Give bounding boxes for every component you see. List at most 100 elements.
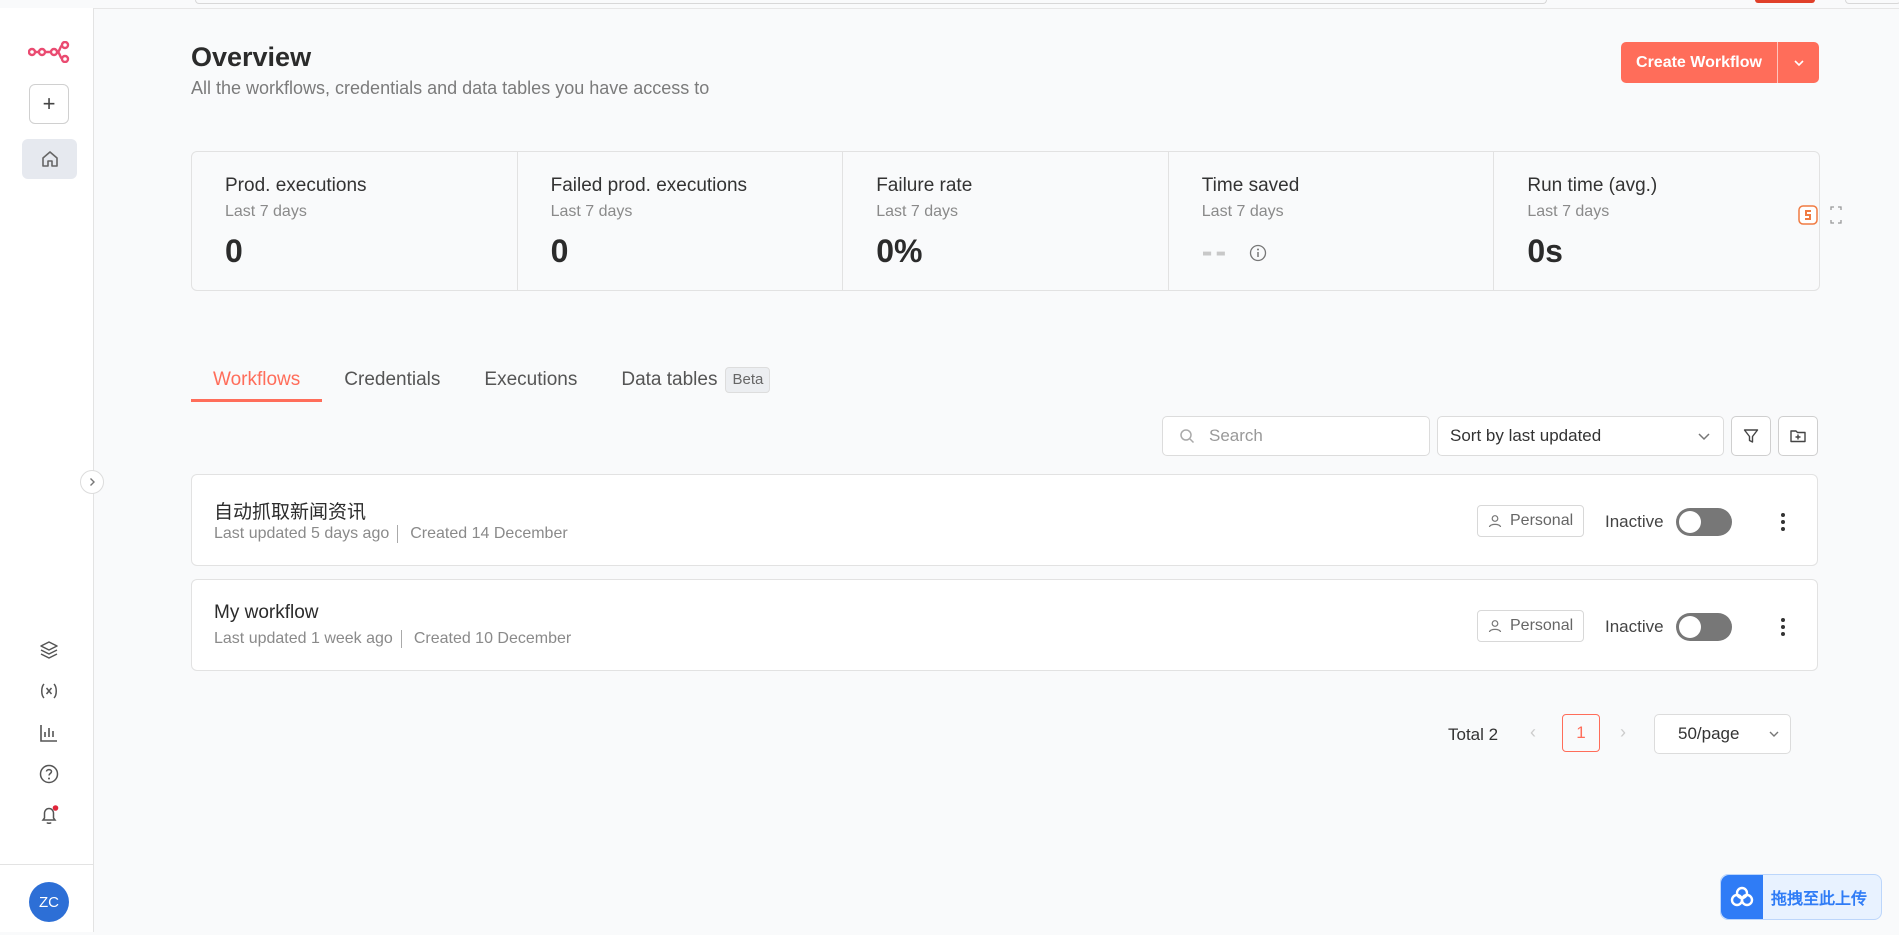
more-options-icon[interactable] bbox=[1775, 509, 1791, 535]
owner-label: Personal bbox=[1510, 617, 1574, 634]
url-bar-edge bbox=[195, 0, 1547, 4]
create-options-dropdown[interactable] bbox=[1778, 42, 1819, 83]
extension-s-icon[interactable] bbox=[1797, 204, 1819, 226]
stat-period: Last 7 days bbox=[876, 203, 959, 220]
stat-label: Time saved bbox=[1201, 175, 1300, 196]
create-workflow-button[interactable]: Create Workflow bbox=[1621, 42, 1777, 83]
owner-badge: Personal bbox=[1477, 505, 1585, 537]
prev-page-icon[interactable]: ‹ bbox=[1530, 722, 1536, 743]
folder-plus-icon bbox=[1790, 430, 1806, 443]
sidebar-item-home[interactable] bbox=[22, 139, 77, 179]
chevron-down-icon bbox=[1769, 731, 1779, 737]
owner-label: Personal bbox=[1510, 512, 1574, 529]
chevron-right-icon bbox=[90, 478, 95, 486]
beta-badge: Beta bbox=[725, 366, 771, 393]
tab-workflows[interactable]: Workflows bbox=[191, 360, 323, 402]
expand-icon[interactable] bbox=[1829, 204, 1843, 226]
filter-button[interactable] bbox=[1731, 416, 1771, 456]
stat-label: Prod. executions bbox=[225, 175, 367, 196]
sort-select[interactable]: Sort by last updated bbox=[1437, 416, 1724, 456]
search-field bbox=[1162, 416, 1430, 456]
meta-divider bbox=[400, 630, 402, 648]
bell-icon[interactable] bbox=[35, 801, 63, 829]
create-workflow-button-group: Create Workflow bbox=[1621, 42, 1819, 83]
filter-icon bbox=[1743, 429, 1759, 443]
page-size-value: 50/page bbox=[1678, 724, 1740, 743]
workflow-meta: Last updated 1 week ago Created 10 Decem… bbox=[214, 630, 571, 648]
chevron-down-icon bbox=[1793, 59, 1804, 66]
tab-credentials[interactable]: Credentials bbox=[322, 360, 462, 402]
workflow-card[interactable]: 自动抓取新闻资讯 Last updated 5 days ago Created… bbox=[191, 474, 1818, 566]
workflow-name[interactable]: 自动抓取新闻资讯 bbox=[214, 497, 366, 524]
stat-period: Last 7 days bbox=[225, 203, 307, 220]
stat-value: -- bbox=[1201, 233, 1230, 269]
stat-value: 0% bbox=[876, 233, 923, 269]
collapse-sidebar-button[interactable] bbox=[80, 470, 104, 494]
create-folder-button[interactable] bbox=[1778, 416, 1818, 456]
floating-tools bbox=[1797, 204, 1843, 226]
owner-badge: Personal bbox=[1477, 610, 1585, 642]
sidebar-divider bbox=[0, 864, 93, 865]
meta-divider bbox=[397, 525, 399, 543]
templates-icon[interactable] bbox=[35, 636, 63, 664]
stat-label: Failed prod. executions bbox=[550, 175, 748, 196]
stat-value: 0 bbox=[225, 233, 243, 269]
avatar[interactable]: ZC bbox=[29, 882, 69, 922]
sort-value: Sort by last updated bbox=[1450, 426, 1602, 445]
help-icon[interactable] bbox=[35, 760, 63, 788]
workflow-card[interactable]: My workflow Last updated 1 week ago Crea… bbox=[191, 579, 1818, 671]
stat-value: 0s bbox=[1527, 233, 1563, 269]
plus-icon: + bbox=[42, 91, 56, 116]
top-accent-button-edge bbox=[1755, 0, 1815, 3]
workflow-name[interactable]: My workflow bbox=[214, 602, 319, 624]
insights-icon[interactable] bbox=[35, 719, 63, 747]
sidebar: + ZC bbox=[0, 8, 94, 932]
top-bar bbox=[0, 0, 1899, 9]
stat-prod-executions[interactable]: Prod. executions Last 7 days 0 bbox=[192, 152, 518, 290]
chevron-down-icon bbox=[1698, 433, 1710, 441]
stat-label: Failure rate bbox=[876, 175, 973, 196]
stat-period: Last 7 days bbox=[1527, 203, 1610, 220]
stat-label: Run time (avg.) bbox=[1527, 175, 1658, 196]
stat-period: Last 7 days bbox=[1201, 203, 1284, 220]
workflow-created: Created 14 December bbox=[410, 525, 568, 542]
upload-label: 拖拽至此上传 bbox=[1771, 891, 1868, 908]
user-icon bbox=[1488, 620, 1502, 633]
add-button[interactable]: + bbox=[29, 84, 69, 124]
stat-time-saved[interactable]: Time saved Last 7 days -- bbox=[1169, 152, 1495, 290]
stat-value: 0 bbox=[550, 233, 569, 269]
page-subtitle: All the workflows, credentials and data … bbox=[191, 78, 710, 98]
next-page-icon[interactable]: › bbox=[1620, 722, 1626, 743]
user-icon bbox=[1488, 515, 1502, 528]
stat-run-time-avg[interactable]: Run time (avg.) Last 7 days 0s bbox=[1494, 152, 1819, 290]
home-icon bbox=[41, 151, 58, 167]
stat-failed-prod-executions[interactable]: Failed prod. executions Last 7 days 0 bbox=[518, 152, 844, 290]
status-label: Inactive bbox=[1605, 512, 1664, 531]
workflow-created: Created 10 December bbox=[413, 630, 572, 647]
active-toggle[interactable] bbox=[1676, 508, 1732, 536]
stat-failure-rate[interactable]: Failure rate Last 7 days 0% bbox=[843, 152, 1169, 290]
tab-executions[interactable]: Executions bbox=[462, 360, 599, 402]
info-icon[interactable] bbox=[1249, 244, 1267, 262]
tab-data-tables[interactable]: Data tables Beta bbox=[599, 360, 792, 402]
upload-drop-widget[interactable]: 拖拽至此上传 bbox=[1720, 874, 1882, 920]
n8n-logo-icon[interactable] bbox=[27, 38, 71, 66]
page-title: Overview bbox=[191, 42, 312, 72]
status-label: Inactive bbox=[1605, 617, 1664, 636]
top-right-edge bbox=[1845, 0, 1899, 4]
cloud-icon bbox=[1721, 875, 1763, 919]
workflow-meta: Last updated 5 days ago Created 14 Decem… bbox=[214, 525, 568, 543]
more-options-icon[interactable] bbox=[1775, 614, 1791, 640]
variables-icon[interactable] bbox=[35, 677, 63, 705]
search-icon bbox=[1180, 429, 1195, 444]
workflow-updated: Last updated 5 days ago bbox=[214, 525, 390, 542]
tab-label: Data tables bbox=[621, 369, 718, 390]
resource-tabs: Workflows Credentials Executions Data ta… bbox=[191, 360, 792, 402]
page-number[interactable]: 1 bbox=[1562, 714, 1600, 752]
active-toggle[interactable] bbox=[1676, 613, 1732, 641]
search-input[interactable] bbox=[1207, 425, 1411, 447]
page-size-select[interactable]: 50/page bbox=[1654, 714, 1791, 754]
stat-period: Last 7 days bbox=[550, 203, 633, 220]
workflow-updated: Last updated 1 week ago bbox=[214, 630, 393, 647]
pagination-total: Total 2 bbox=[1448, 725, 1499, 744]
